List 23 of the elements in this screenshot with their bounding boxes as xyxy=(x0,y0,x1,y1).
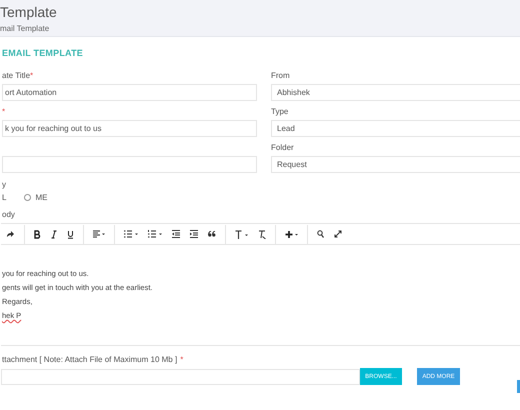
radio-label: ME xyxy=(35,193,48,202)
input-field[interactable]: Abhishek xyxy=(271,84,520,101)
required-mark: * xyxy=(30,71,34,81)
input-field[interactable]: k you for reaching out to us xyxy=(2,120,257,137)
field-label: Type xyxy=(271,107,288,117)
field-label: ttachment [ Note: Attach File of Maximum 10 Mb ] xyxy=(2,355,178,365)
input-field[interactable]: Lead xyxy=(271,120,520,137)
required-mark: * xyxy=(2,107,6,117)
field-label: ody xyxy=(2,210,16,220)
breadcrumb: mail Template xyxy=(0,24,50,33)
field-label: Folder xyxy=(271,143,294,153)
page-title: Template xyxy=(0,4,58,20)
radio-button[interactable] xyxy=(24,194,32,201)
file-input-field[interactable] xyxy=(1,368,360,384)
required-mark: * xyxy=(180,355,184,365)
radio-label: L xyxy=(2,193,6,202)
input-field[interactable]: Request xyxy=(271,156,520,173)
field-label: From xyxy=(271,71,290,81)
section-title: EMAIL TEMPLATE xyxy=(2,48,84,58)
field-label: y xyxy=(2,180,7,190)
input-field[interactable] xyxy=(2,156,257,173)
input-field[interactable]: ort Automation xyxy=(2,84,257,101)
field-label: ate Title xyxy=(2,71,30,81)
